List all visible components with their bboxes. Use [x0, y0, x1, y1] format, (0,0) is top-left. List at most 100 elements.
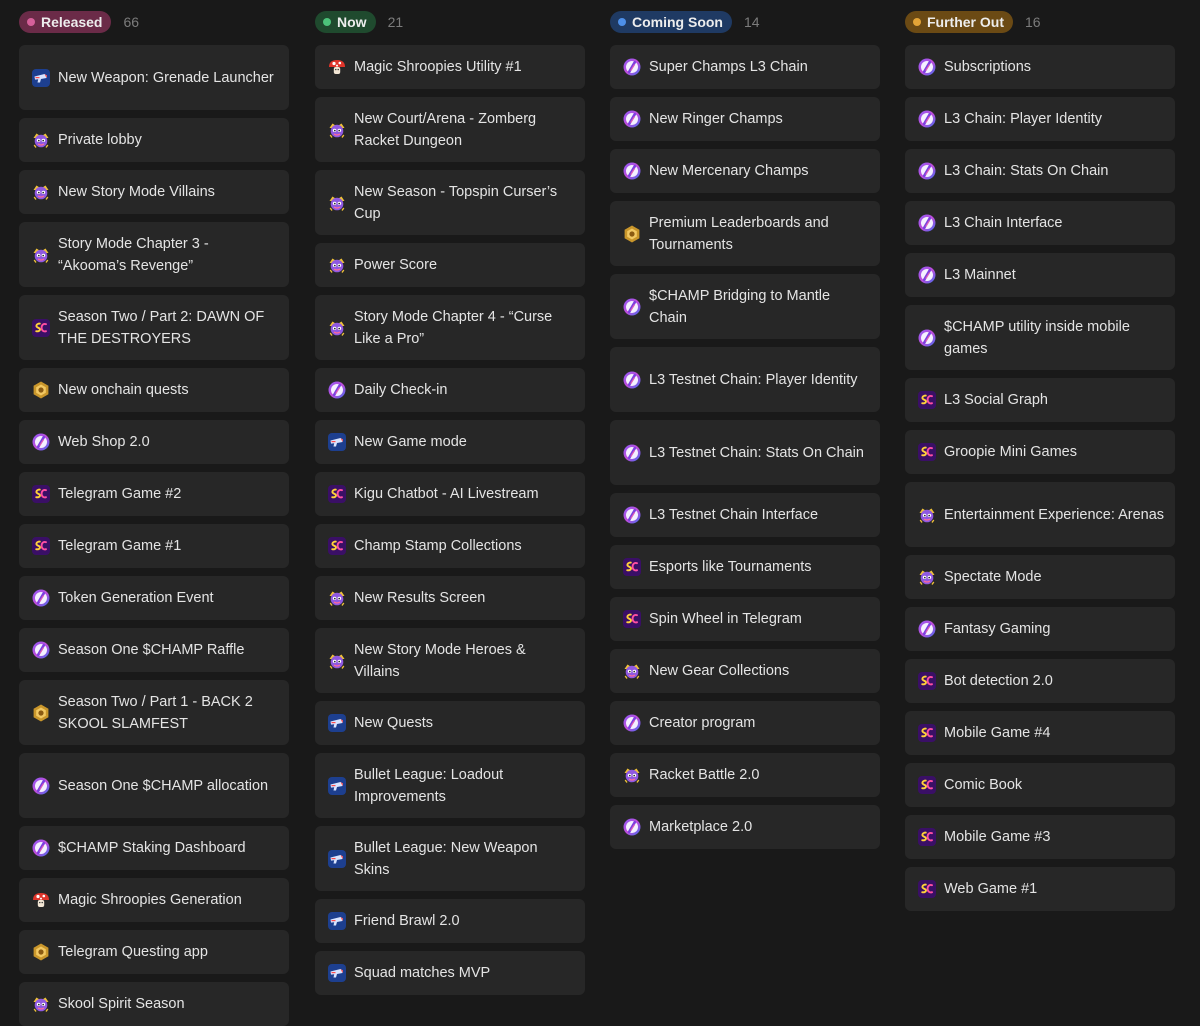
card-new-weapon-grenade-launcher[interactable]: New Weapon: Grenade Launcher — [19, 45, 289, 110]
card-spectate-mode[interactable]: Spectate Mode — [905, 555, 1175, 599]
card-squad-matches-mvp[interactable]: Squad matches MVP — [315, 951, 585, 995]
champ-avatar-icon — [327, 318, 347, 338]
card-l3-testnet-chain-interface[interactable]: L3 Testnet Chain Interface — [610, 493, 880, 537]
card-magic-shroopies-utility-1[interactable]: Magic Shroopies Utility #1 — [315, 45, 585, 89]
card-new-ringer-champs[interactable]: New Ringer Champs — [610, 97, 880, 141]
card-new-gear-collections[interactable]: New Gear Collections — [610, 649, 880, 693]
champ-avatar-icon — [327, 120, 347, 140]
card-comic-book[interactable]: Comic Book — [905, 763, 1175, 807]
card-telegram-game-1[interactable]: Telegram Game #1 — [19, 524, 289, 568]
card-story-mode-chapter-4-curse-like-a-pro[interactable]: Story Mode Chapter 4 - “Curse Like a Pro… — [315, 295, 585, 360]
card-l3-chain-stats-on-chain[interactable]: L3 Chain: Stats On Chain — [905, 149, 1175, 193]
card-champ-utility-inside-mobile-games[interactable]: $CHAMP utility inside mobile games — [905, 305, 1175, 370]
card-new-story-mode-villains[interactable]: New Story Mode Villains — [19, 170, 289, 214]
card-title: Telegram Game #1 — [58, 538, 182, 554]
card-skool-spirit-season[interactable]: Skool Spirit Season — [19, 982, 289, 1026]
card-new-results-screen[interactable]: New Results Screen — [315, 576, 585, 620]
card-magic-shroopies-generation[interactable]: Magic Shroopies Generation — [19, 878, 289, 922]
card-new-story-mode-heroes-villains[interactable]: New Story Mode Heroes & Villains — [315, 628, 585, 693]
card-telegram-game-2[interactable]: Telegram Game #2 — [19, 472, 289, 516]
card-title: New Mercenary Champs — [649, 163, 809, 179]
card-l3-testnet-chain-stats-on-chain[interactable]: L3 Testnet Chain: Stats On Chain — [610, 420, 880, 485]
card-champ-staking-dashboard[interactable]: $CHAMP Staking Dashboard — [19, 826, 289, 870]
card-l3-social-graph[interactable]: L3 Social Graph — [905, 378, 1175, 422]
card-creator-program[interactable]: Creator program — [610, 701, 880, 745]
card-title: Daily Check-in — [354, 382, 448, 398]
card-mobile-game-4[interactable]: Mobile Game #4 — [905, 711, 1175, 755]
card-bullet-league-loadout-improvements[interactable]: Bullet League: Loadout Improvements — [315, 753, 585, 818]
token-icon — [622, 505, 642, 525]
card-season-two-part-1-back-2-skool-slamfest[interactable]: Season Two / Part 1 - BACK 2 SKOOL SLAMF… — [19, 680, 289, 745]
card-premium-leaderboards-and-tournaments[interactable]: Premium Leaderboards and Tournaments — [610, 201, 880, 266]
card-season-one-champ-allocation[interactable]: Season One $CHAMP allocation — [19, 753, 289, 818]
status-pill[interactable]: Released — [19, 11, 112, 33]
card-title: Story Mode Chapter 4 - “Curse Like a Pro… — [354, 308, 553, 347]
card-season-two-part-2-dawn-of-the-destroyers[interactable]: Season Two / Part 2: DAWN OF THE DESTROY… — [19, 295, 289, 360]
card-title: Comic Book — [944, 777, 1023, 793]
card-l3-chain-player-identity[interactable]: L3 Chain: Player Identity — [905, 97, 1175, 141]
card-new-game-mode[interactable]: New Game mode — [315, 420, 585, 464]
card-private-lobby[interactable]: Private lobby — [19, 118, 289, 162]
item-count: 16 — [1025, 14, 1041, 30]
card-super-champs-l3-chain[interactable]: Super Champs L3 Chain — [610, 45, 880, 89]
token-icon — [622, 443, 642, 463]
card-bot-detection-2-0[interactable]: Bot detection 2.0 — [905, 659, 1175, 703]
champ-avatar-icon — [917, 505, 937, 525]
card-spin-wheel-in-telegram[interactable]: Spin Wheel in Telegram — [610, 597, 880, 641]
card-groopie-mini-games[interactable]: Groopie Mini Games — [905, 430, 1175, 474]
token-icon — [917, 161, 937, 181]
card-friend-brawl-2-0[interactable]: Friend Brawl 2.0 — [315, 899, 585, 943]
card-kigu-chatbot-ai-livestream[interactable]: Kigu Chatbot - AI Livestream — [315, 472, 585, 516]
card-entertainment-experience-arenas[interactable]: Entertainment Experience: Arenas — [905, 482, 1175, 547]
card-title: Magic Shroopies Utility #1 — [354, 59, 522, 75]
card-title: L3 Social Graph — [944, 392, 1048, 408]
mushroom-icon — [31, 890, 51, 910]
card-new-court-arena-zomberg-racket-dungeon[interactable]: New Court/Arena - Zomberg Racket Dungeon — [315, 97, 585, 162]
status-dot-icon — [27, 18, 35, 26]
token-icon — [31, 432, 51, 452]
card-fantasy-gaming[interactable]: Fantasy Gaming — [905, 607, 1175, 651]
item-count: 14 — [744, 14, 760, 30]
gold-badge-icon — [31, 942, 51, 962]
card-web-game-1[interactable]: Web Game #1 — [905, 867, 1175, 911]
card-racket-battle-2-0[interactable]: Racket Battle 2.0 — [610, 753, 880, 797]
card-champ-stamp-collections[interactable]: Champ Stamp Collections — [315, 524, 585, 568]
card-title: Bot detection 2.0 — [944, 673, 1053, 689]
card-new-quests[interactable]: New Quests — [315, 701, 585, 745]
card-title: Groopie Mini Games — [944, 444, 1077, 460]
sc-logo-icon — [327, 536, 347, 556]
card-season-one-champ-raffle[interactable]: Season One $CHAMP Raffle — [19, 628, 289, 672]
card-bullet-league-new-weapon-skins[interactable]: Bullet League: New Weapon Skins — [315, 826, 585, 891]
card-mobile-game-3[interactable]: Mobile Game #3 — [905, 815, 1175, 859]
status-pill[interactable]: Now — [315, 11, 376, 33]
card-title: Private lobby — [58, 132, 142, 148]
card-power-score[interactable]: Power Score — [315, 243, 585, 287]
card-new-season-topspin-curser-s-cup[interactable]: New Season - Topspin Curser’s Cup — [315, 170, 585, 235]
card-new-mercenary-champs[interactable]: New Mercenary Champs — [610, 149, 880, 193]
card-l3-mainnet[interactable]: L3 Mainnet — [905, 253, 1175, 297]
card-story-mode-chapter-3-akooma-s-revenge[interactable]: Story Mode Chapter 3 - “Akooma’s Revenge… — [19, 222, 289, 287]
sc-logo-icon — [917, 879, 937, 899]
card-telegram-questing-app[interactable]: Telegram Questing app — [19, 930, 289, 974]
roadmap-board: Released 66 New Weapon: Grenade Launcher Pr… — [0, 0, 1200, 1026]
card-l3-testnet-chain-player-identity[interactable]: L3 Testnet Chain: Player Identity — [610, 347, 880, 412]
sc-logo-icon — [622, 557, 642, 577]
token-icon — [622, 713, 642, 733]
blaster-icon — [327, 776, 347, 796]
card-daily-check-in[interactable]: Daily Check-in — [315, 368, 585, 412]
card-champ-bridging-to-mantle-chain[interactable]: $CHAMP Bridging to Mantle Chain — [610, 274, 880, 339]
card-new-onchain-quests[interactable]: New onchain quests — [19, 368, 289, 412]
card-l3-chain-interface[interactable]: L3 Chain Interface — [905, 201, 1175, 245]
card-web-shop-2-0[interactable]: Web Shop 2.0 — [19, 420, 289, 464]
card-title: L3 Testnet Chain: Player Identity — [649, 371, 858, 388]
card-esports-like-tournaments[interactable]: Esports like Tournaments — [610, 545, 880, 589]
status-pill[interactable]: Coming Soon — [610, 11, 732, 33]
card-token-generation-event[interactable]: Token Generation Event — [19, 576, 289, 620]
card-title: Bullet League: New Weapon Skins — [354, 839, 538, 878]
sc-logo-icon — [917, 775, 937, 795]
card-title: Season Two / Part 2: DAWN OF THE DESTROY… — [58, 308, 265, 347]
card-marketplace-2-0[interactable]: Marketplace 2.0 — [610, 805, 880, 849]
card-subscriptions[interactable]: Subscriptions — [905, 45, 1175, 89]
sc-logo-icon — [917, 723, 937, 743]
status-pill[interactable]: Further Out — [905, 11, 1013, 33]
